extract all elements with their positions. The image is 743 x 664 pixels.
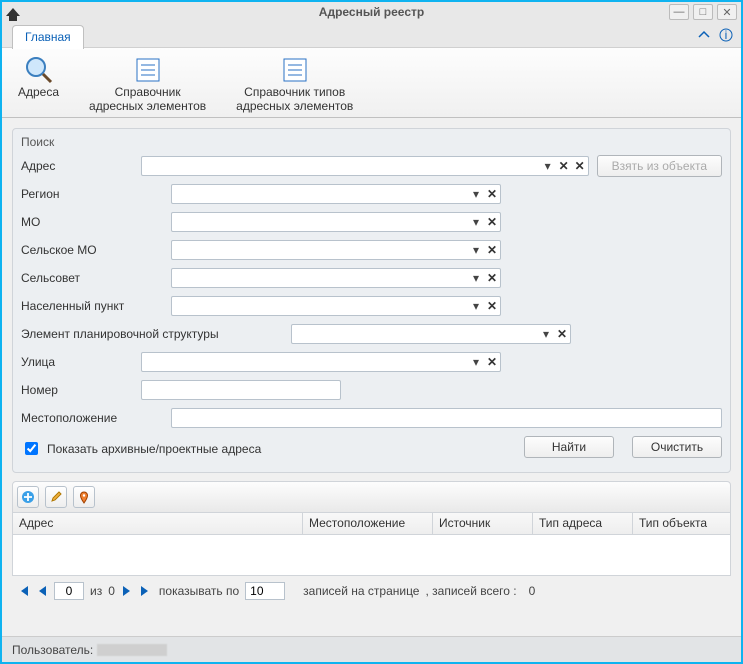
last-page-button[interactable] [139,584,153,598]
user-label: Пользователь: [12,643,93,657]
page-size-input[interactable] [245,582,285,600]
nas-combo[interactable]: ▾✕ [171,296,501,316]
show-by-label: показывать по [159,584,239,598]
minimize-button[interactable]: — [669,4,689,20]
archive-checkbox[interactable] [25,442,38,455]
dropdown-icon[interactable]: ▾ [468,297,484,315]
dropdown-icon[interactable]: ▾ [540,157,556,175]
street-combo[interactable]: ▾✕ [141,352,501,372]
ribbon-panel: Адреса Справочник адресных элементов Спр… [2,48,741,118]
close-button[interactable]: ✕ [717,4,737,20]
collapse-ribbon-icon[interactable] [695,26,713,44]
next-page-button[interactable] [121,585,133,597]
edit-button[interactable] [45,486,67,508]
selmo-combo[interactable]: ▾✕ [171,240,501,260]
grid-toolbar [12,481,731,513]
location-input[interactable] [172,409,721,427]
clear-icon[interactable]: ✕ [554,325,570,343]
eps-combo[interactable]: ▾✕ [291,324,571,344]
ribbon-addresses-label: Адреса [18,86,59,100]
clear-icon[interactable]: ✕ [484,353,500,371]
search-panel: Поиск Адрес ▾ ✕ ✕ Взять из объекта Регио… [12,128,731,473]
ribbon-elements-button[interactable]: Справочник адресных элементов [89,54,206,117]
status-bar: Пользователь: [2,636,741,662]
add-button[interactable] [17,486,39,508]
find-button[interactable]: Найти [524,436,614,458]
total-label: , записей всего : [425,584,516,598]
dropdown-icon[interactable]: ▾ [468,185,484,203]
label-region: Регион [21,187,171,201]
total-pages: 0 [108,584,115,598]
label-street: Улица [21,355,141,369]
user-name-redacted [97,644,167,656]
page-input[interactable] [54,582,84,600]
clear-icon[interactable]: ✕ [484,213,500,231]
address-input[interactable] [142,157,540,175]
grid-header: Адрес Местоположение Источник Тип адреса… [13,513,730,535]
home-icon[interactable] [4,3,22,21]
dropdown-icon[interactable]: ▾ [538,325,554,343]
col-address[interactable]: Адрес [13,513,303,534]
tab-main[interactable]: Главная [12,25,84,49]
label-address: Адрес [21,159,141,173]
col-objtype[interactable]: Тип объекта [633,513,730,534]
clear-icon[interactable]: ✕ [484,185,500,203]
of-label: из [90,584,102,598]
title-bar: Адресный реестр — □ ✕ [2,2,741,22]
ribbon-types-button[interactable]: Справочник типов адресных элементов [236,54,353,117]
number-input[interactable] [142,381,340,399]
region-combo[interactable]: ▾✕ [171,184,501,204]
ribbon-addresses-button[interactable]: Адреса [18,54,59,117]
magnifier-icon [23,54,55,86]
results-grid: Адрес Местоположение Источник Тип адреса… [12,513,731,576]
label-eps: Элемент планировочной структуры [21,327,291,341]
search-panel-title: Поиск [21,135,722,149]
col-location[interactable]: Местоположение [303,513,433,534]
list-icon [279,54,311,86]
location-input-wrap [171,408,722,428]
selsovet-combo[interactable]: ▾✕ [171,268,501,288]
clear-second-icon[interactable]: ✕ [572,157,588,175]
help-icon[interactable]: i [717,26,735,44]
clear-icon[interactable]: ✕ [484,241,500,259]
dropdown-icon[interactable]: ▾ [468,213,484,231]
maximize-button[interactable]: □ [693,4,713,20]
list-icon [132,54,164,86]
dropdown-icon[interactable]: ▾ [468,353,484,371]
clear-icon[interactable]: ✕ [484,297,500,315]
take-from-object-button[interactable]: Взять из объекта [597,155,722,177]
label-mo: МО [21,215,171,229]
label-number: Номер [21,383,141,397]
label-selmo: Сельское МО [21,243,171,257]
prev-page-button[interactable] [36,585,48,597]
window-title: Адресный реестр [319,5,424,19]
map-pin-button[interactable] [73,486,95,508]
clear-icon[interactable]: ✕ [484,269,500,287]
archive-checkbox-label: Показать архивные/проектные адреса [47,442,261,456]
address-combo[interactable]: ▾ ✕ ✕ [141,156,589,176]
label-location: Местоположение [21,411,171,425]
dropdown-icon[interactable]: ▾ [468,269,484,287]
dropdown-icon[interactable]: ▾ [468,241,484,259]
label-nas: Населенный пункт [21,299,171,313]
mo-combo[interactable]: ▾✕ [171,212,501,232]
grid-body [13,535,730,575]
ribbon-tabs: Главная i [2,22,741,48]
first-page-button[interactable] [16,584,30,598]
label-selsovet: Сельсовет [21,271,171,285]
total-records: 0 [529,584,536,598]
per-page-label: записей на странице [303,584,419,598]
svg-text:i: i [725,28,728,42]
clear-first-icon[interactable]: ✕ [556,157,572,175]
clear-button[interactable]: Очистить [632,436,722,458]
pager: из 0 показывать по записей на странице ,… [12,576,731,606]
col-type[interactable]: Тип адреса [533,513,633,534]
col-source[interactable]: Источник [433,513,533,534]
number-input-wrap [141,380,341,400]
